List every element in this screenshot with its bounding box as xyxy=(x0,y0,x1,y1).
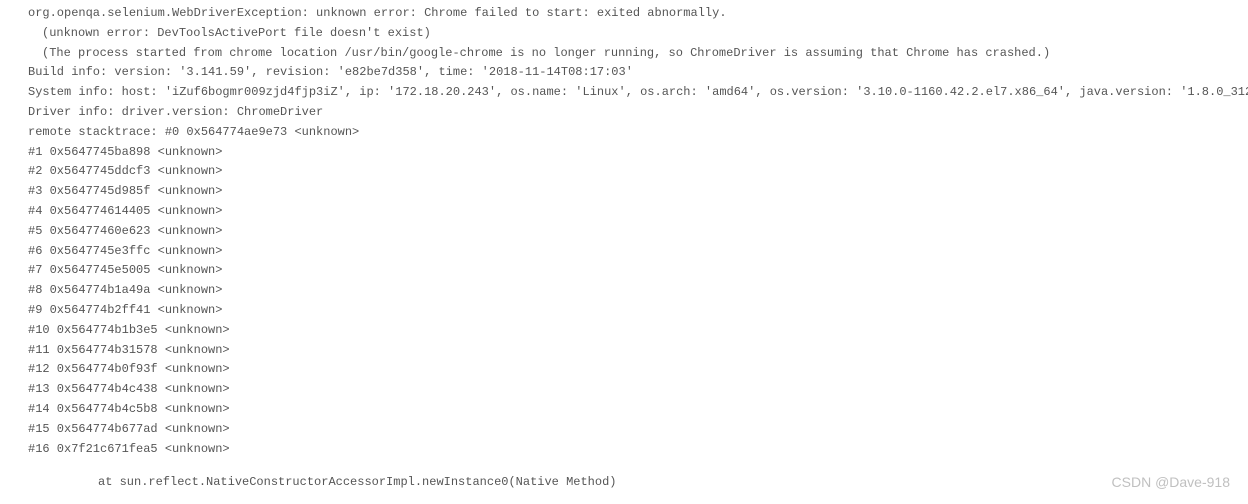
log-line: System info: host: 'iZuf6bogmr009zjd4fjp… xyxy=(28,83,1248,103)
log-line: #4 0x564774614405 <unknown> xyxy=(28,202,1248,222)
log-line: remote stacktrace: #0 0x564774ae9e73 <un… xyxy=(28,123,1248,143)
stacktrace-log: org.openqa.selenium.WebDriverException: … xyxy=(28,4,1248,459)
log-line: #2 0x5647745ddcf3 <unknown> xyxy=(28,162,1248,182)
log-line: #12 0x564774b0f93f <unknown> xyxy=(28,360,1248,380)
at-stack-line: at sun.reflect.NativeConstructorAccessor… xyxy=(28,473,1248,493)
log-line: #5 0x56477460e623 <unknown> xyxy=(28,222,1248,242)
log-line: #11 0x564774b31578 <unknown> xyxy=(28,341,1248,361)
log-line: #9 0x564774b2ff41 <unknown> xyxy=(28,301,1248,321)
log-line: #8 0x564774b1a49a <unknown> xyxy=(28,281,1248,301)
log-line: #1 0x5647745ba898 <unknown> xyxy=(28,143,1248,163)
log-line: #15 0x564774b677ad <unknown> xyxy=(28,420,1248,440)
log-line: #7 0x5647745e5005 <unknown> xyxy=(28,261,1248,281)
log-line: Driver info: driver.version: ChromeDrive… xyxy=(28,103,1248,123)
log-line: Build info: version: '3.141.59', revisio… xyxy=(28,63,1248,83)
log-line: #10 0x564774b1b3e5 <unknown> xyxy=(28,321,1248,341)
log-line: #3 0x5647745d985f <unknown> xyxy=(28,182,1248,202)
log-line: (The process started from chrome locatio… xyxy=(28,44,1248,64)
log-line: #13 0x564774b4c438 <unknown> xyxy=(28,380,1248,400)
log-line: #14 0x564774b4c5b8 <unknown> xyxy=(28,400,1248,420)
log-line: (unknown error: DevToolsActivePort file … xyxy=(28,24,1248,44)
log-line: org.openqa.selenium.WebDriverException: … xyxy=(28,4,1248,24)
log-line: #6 0x5647745e3ffc <unknown> xyxy=(28,242,1248,262)
log-line: #16 0x7f21c671fea5 <unknown> xyxy=(28,440,1248,460)
